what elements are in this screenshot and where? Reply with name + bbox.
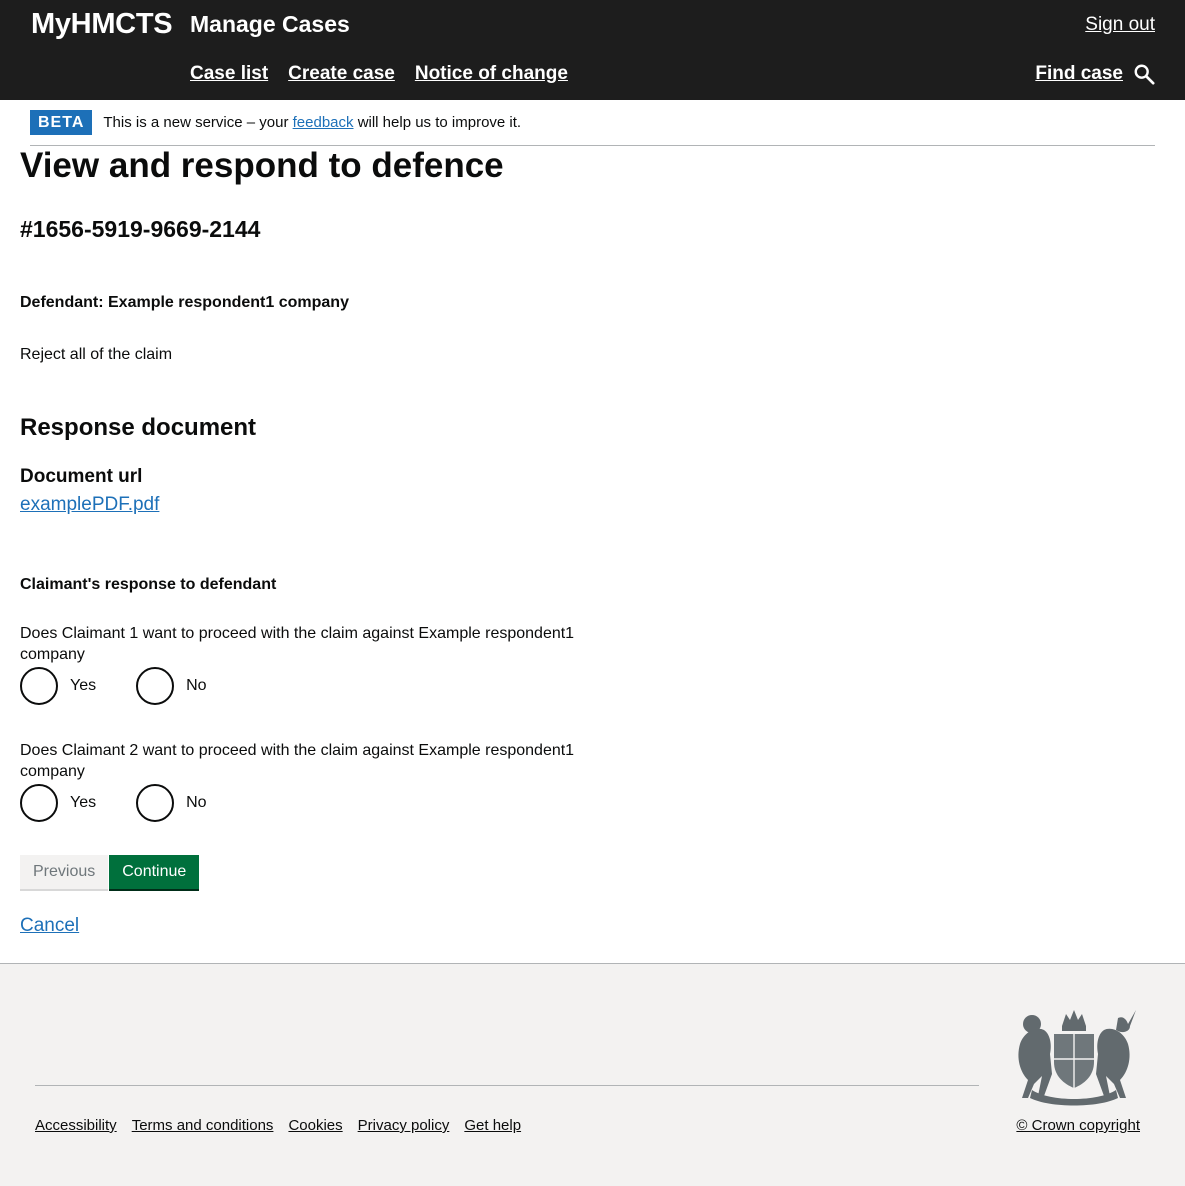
- claimant2-question: Does Claimant 2 want to proceed with the…: [20, 742, 575, 780]
- nav-notice-of-change[interactable]: Notice of change: [415, 63, 568, 85]
- form-buttons: Previous Continue: [20, 855, 200, 889]
- sign-out-link[interactable]: Sign out: [1085, 14, 1155, 36]
- claimant1-no-option[interactable]: No: [136, 667, 207, 705]
- claimant2-radio-group: Yes No: [20, 784, 247, 822]
- document-url-label: Document url: [20, 466, 143, 487]
- claimant2-yes-radio[interactable]: [20, 784, 58, 822]
- footer-link-privacy[interactable]: Privacy policy: [358, 1117, 450, 1134]
- find-case: Find case: [1035, 63, 1155, 85]
- footer-link-accessibility[interactable]: Accessibility: [35, 1117, 117, 1134]
- brand-logo[interactable]: MyHMCTS: [31, 8, 173, 41]
- continue-button[interactable]: Continue: [109, 855, 200, 889]
- crown-copyright-link[interactable]: © Crown copyright: [1016, 1117, 1140, 1134]
- cancel-link[interactable]: Cancel: [20, 915, 79, 937]
- claimant1-radio-group: Yes No: [20, 667, 247, 705]
- claimant1-yes-radio[interactable]: [20, 667, 58, 705]
- response-document-heading: Response document: [20, 414, 257, 441]
- search-icon[interactable]: [1133, 63, 1155, 85]
- claimant2-no-label[interactable]: No: [186, 794, 206, 812]
- nav-create-case[interactable]: Create case: [288, 63, 395, 85]
- phase-text-after: will help us to improve it.: [357, 114, 522, 131]
- phase-text-before: This is a new service – your: [103, 114, 289, 131]
- case-reference: #1656-5919-9669-2144: [20, 216, 261, 242]
- find-case-link[interactable]: Find case: [1035, 63, 1123, 85]
- phase-banner: BETA This is a new service – your feedba…: [30, 100, 1155, 146]
- claimant2-no-radio[interactable]: [136, 784, 175, 822]
- site-footer: Accessibility Terms and conditions Cooki…: [0, 963, 1185, 1186]
- claimant1-no-radio[interactable]: [136, 667, 175, 705]
- defence-type: Reject all of the claim: [20, 346, 173, 363]
- footer-link-terms[interactable]: Terms and conditions: [132, 1117, 274, 1134]
- footer-divider: [35, 1085, 979, 1086]
- page-title: View and respond to defence: [20, 146, 504, 185]
- claimant2-yes-label[interactable]: Yes: [70, 794, 96, 812]
- footer-link-cookies[interactable]: Cookies: [288, 1117, 342, 1134]
- nav-case-list[interactable]: Case list: [190, 63, 268, 85]
- claimant1-yes-label[interactable]: Yes: [70, 677, 96, 695]
- site-header: MyHMCTS Manage Cases Sign out Case list …: [0, 0, 1185, 100]
- service-name[interactable]: Manage Cases: [190, 11, 350, 38]
- footer-link-help[interactable]: Get help: [464, 1117, 521, 1134]
- royal-coat-of-arms-icon: [1018, 1010, 1136, 1106]
- footer-links: Accessibility Terms and conditions Cooki…: [35, 1117, 521, 1134]
- claimant2-yes-option[interactable]: Yes: [20, 784, 96, 822]
- claimant1-no-label[interactable]: No: [186, 677, 206, 695]
- previous-button[interactable]: Previous: [20, 855, 109, 889]
- claimant1-question: Does Claimant 1 want to proceed with the…: [20, 625, 575, 663]
- phase-banner-text: This is a new service – your feedback wi…: [103, 114, 521, 131]
- beta-tag: BETA: [30, 110, 93, 135]
- claimant1-yes-option[interactable]: Yes: [20, 667, 96, 705]
- defendant-label: Defendant: Example respondent1 company: [20, 294, 349, 311]
- feedback-link[interactable]: feedback: [293, 114, 354, 131]
- claimant2-no-option[interactable]: No: [136, 784, 207, 822]
- claimant-response-heading: Claimant's response to defendant: [20, 576, 277, 593]
- document-link[interactable]: examplePDF.pdf: [20, 494, 159, 516]
- primary-nav: Case list Create case Notice of change: [190, 63, 568, 85]
